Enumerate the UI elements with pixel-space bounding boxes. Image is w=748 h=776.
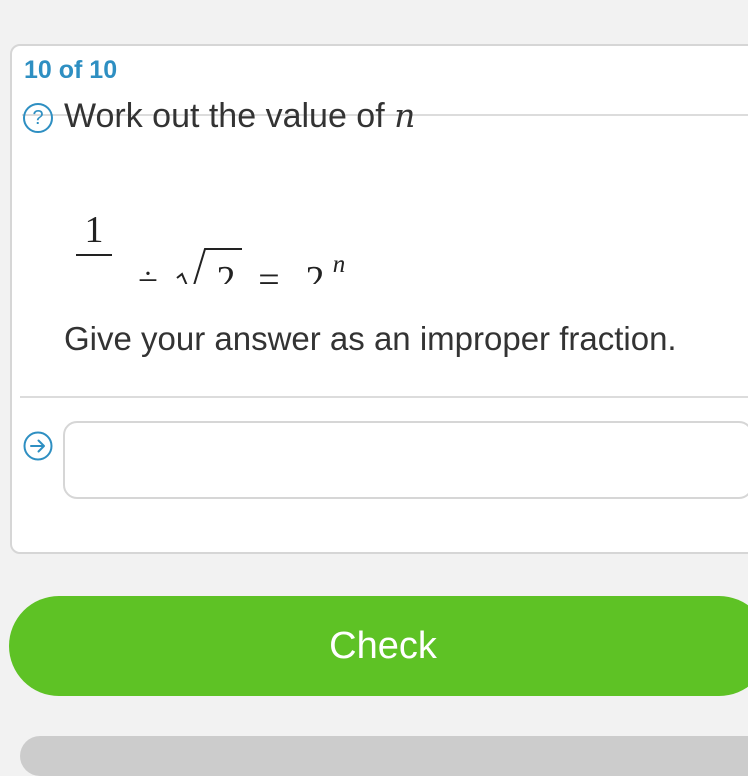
power-base: 2 [306, 259, 325, 284]
instruction-text: Give your answer as an improper fraction… [64, 320, 677, 357]
question-progress: 10 of 10 [24, 56, 118, 84]
question-variable: n [394, 96, 416, 135]
secondary-button[interactable] [20, 736, 748, 776]
question-prompt: Work out the value of [64, 97, 395, 135]
divider [20, 396, 748, 398]
equals-sign: = [258, 259, 279, 284]
fraction-numerator: 1 [85, 209, 104, 251]
radicand: 2 [217, 259, 236, 284]
question-circle-icon: ? [23, 103, 53, 133]
divide-sign: ÷ [138, 260, 158, 284]
check-button[interactable]: Check [9, 596, 748, 696]
arrow-right-circle-icon [23, 431, 53, 461]
answer-input[interactable] [63, 421, 748, 499]
equation: 1 8 ÷ 2 = 2 n [76, 209, 346, 284]
power-exponent: n [333, 251, 346, 278]
question-text: Work out the value of n [64, 96, 415, 136]
